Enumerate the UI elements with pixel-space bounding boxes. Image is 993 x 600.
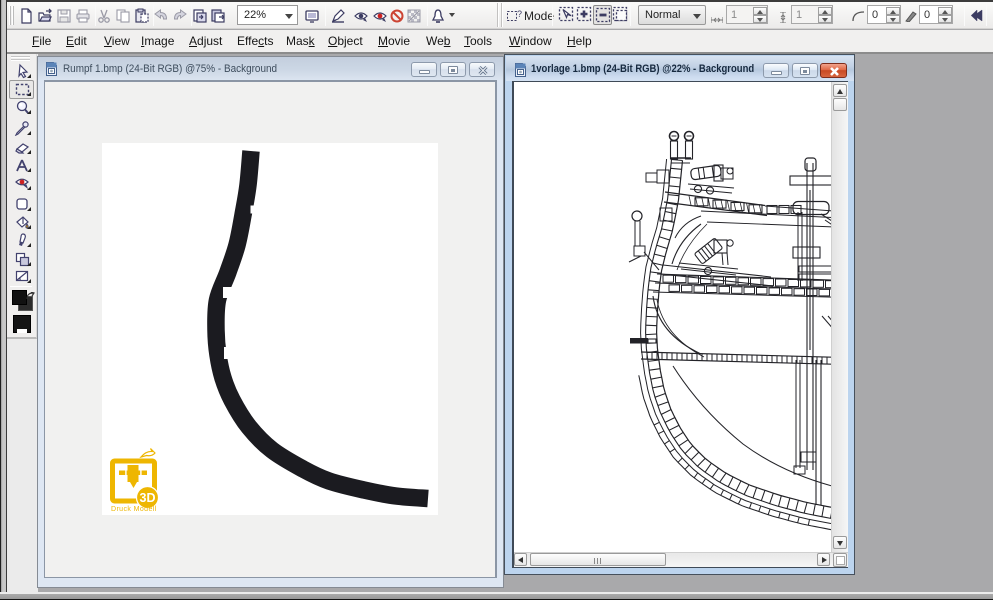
- svg-text:3D: 3D: [140, 491, 156, 505]
- svg-text:?: ?: [517, 9, 522, 19]
- svg-text:Druck Modell: Druck Modell: [111, 506, 157, 513]
